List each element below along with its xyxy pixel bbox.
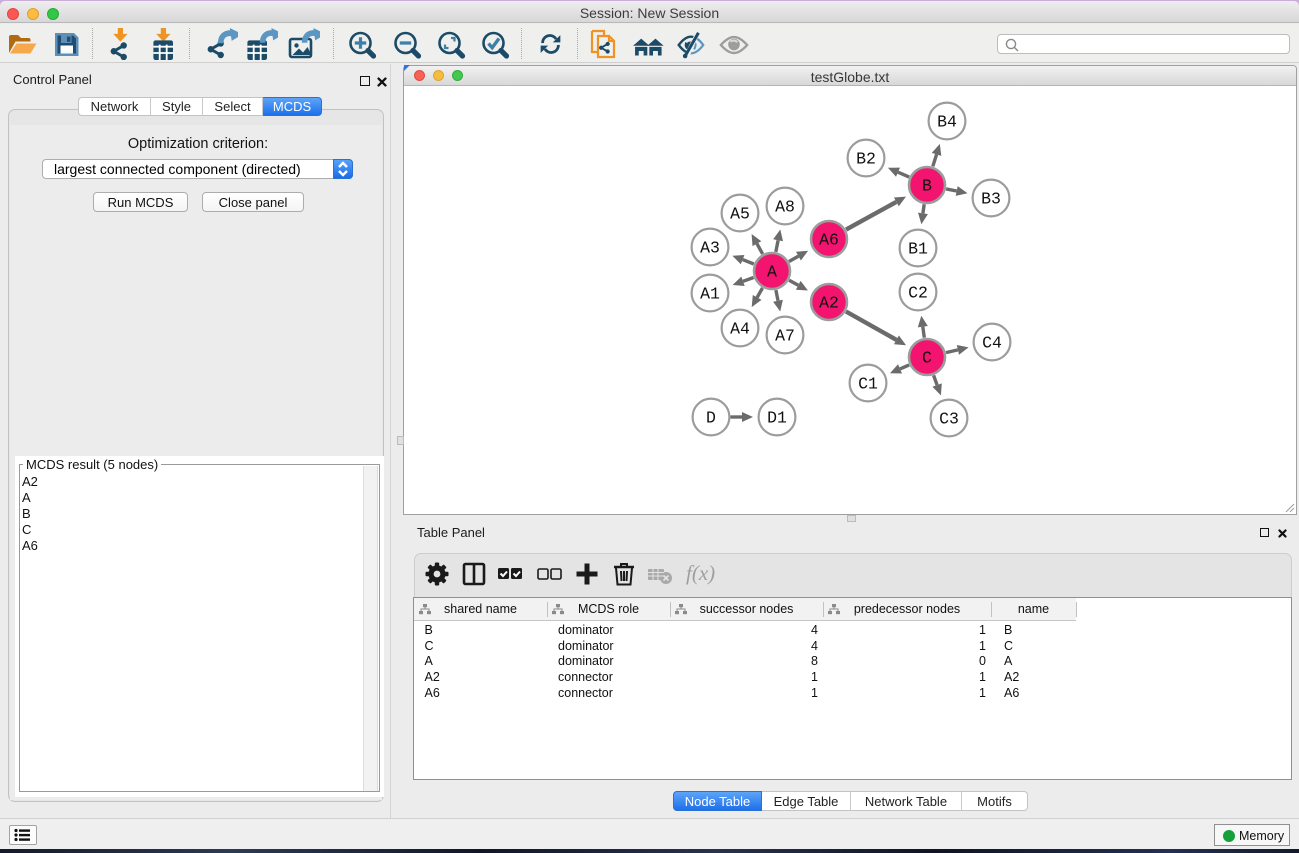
svg-text:C1: C1 [858, 375, 878, 394]
svg-text:B2: B2 [856, 150, 876, 169]
svg-text:C4: C4 [982, 334, 1002, 353]
svg-text:A2: A2 [819, 294, 839, 313]
svg-text:B1: B1 [908, 240, 928, 259]
svg-text:C3: C3 [939, 410, 959, 429]
svg-text:A5: A5 [730, 205, 750, 224]
svg-text:A7: A7 [775, 327, 795, 346]
svg-text:C: C [922, 349, 932, 368]
svg-text:B4: B4 [937, 113, 957, 132]
svg-text:C2: C2 [908, 284, 928, 303]
svg-text:D: D [706, 409, 716, 428]
svg-text:A8: A8 [775, 198, 795, 217]
svg-text:B: B [922, 177, 932, 196]
svg-text:D1: D1 [767, 409, 787, 428]
svg-text:A6: A6 [819, 231, 839, 250]
svg-text:B3: B3 [981, 190, 1001, 209]
svg-text:A4: A4 [730, 320, 750, 339]
svg-text:A: A [767, 263, 777, 282]
svg-text:A1: A1 [700, 285, 720, 304]
svg-text:A3: A3 [700, 239, 720, 258]
